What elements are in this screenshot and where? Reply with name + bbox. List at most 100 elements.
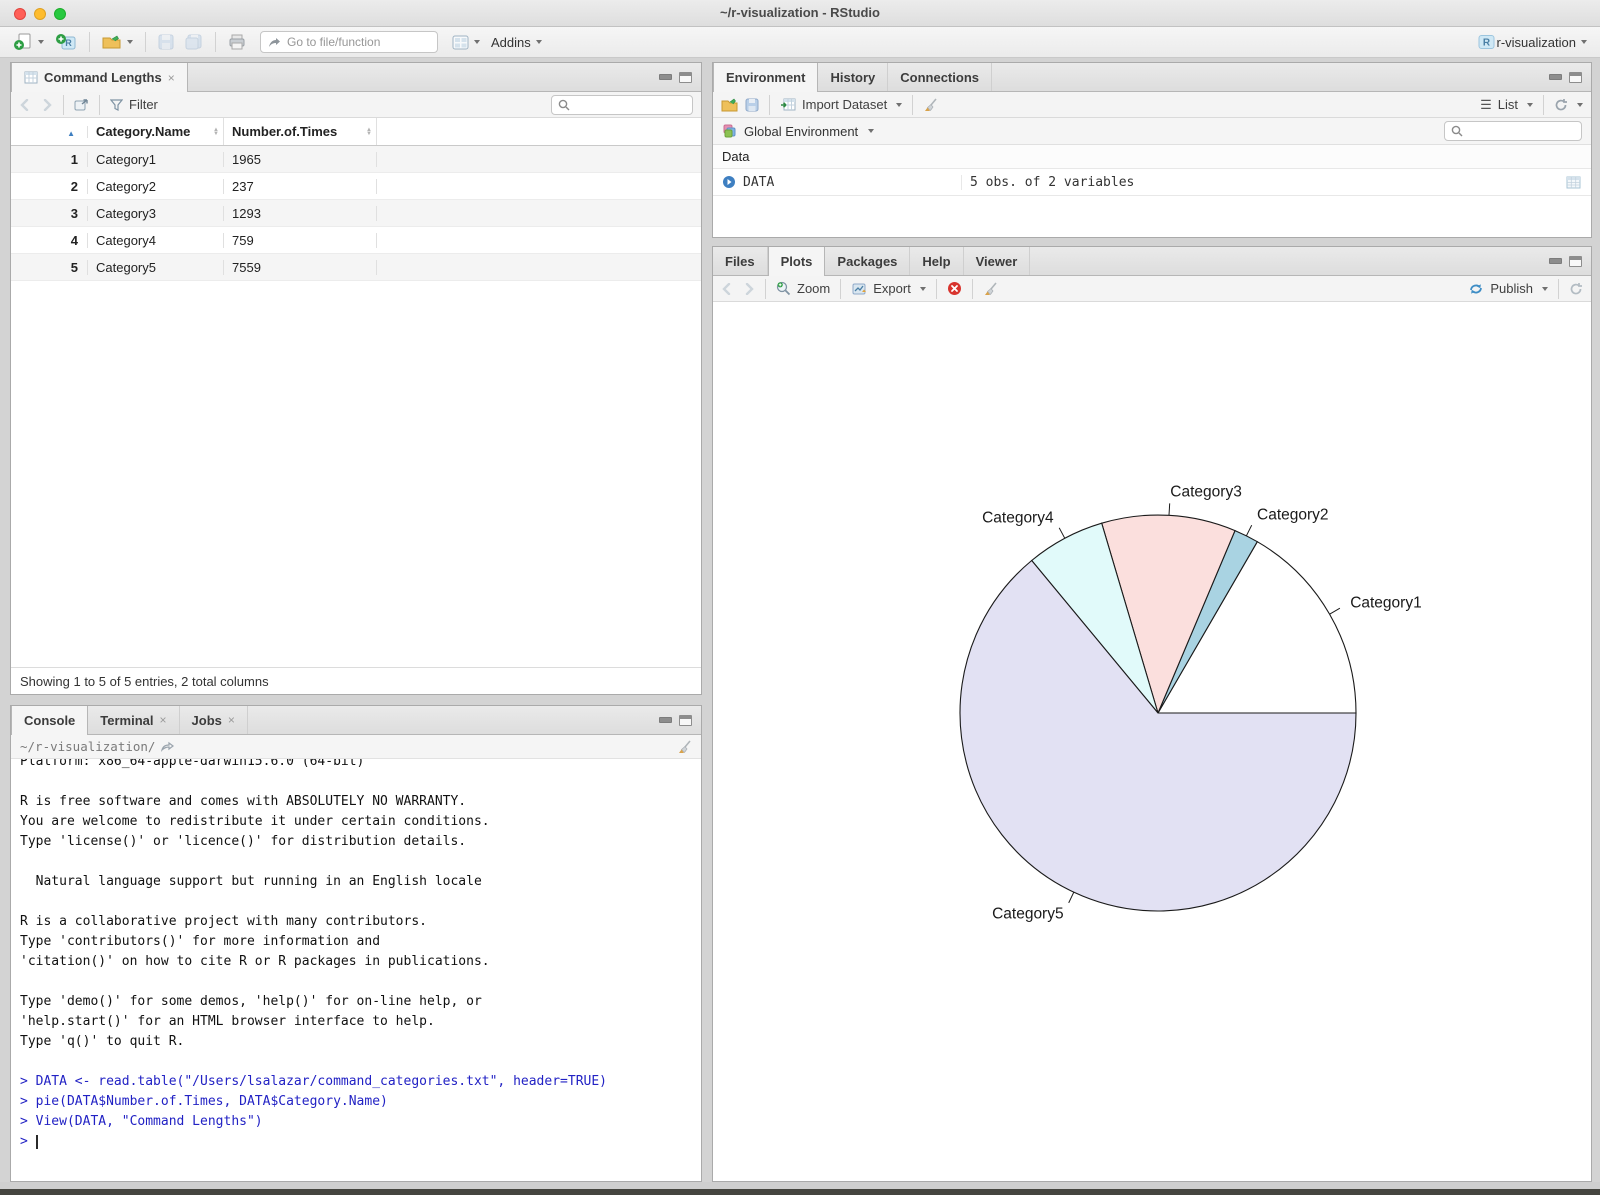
clear-all-plots-icon[interactable] <box>983 281 998 296</box>
pie-label-Category3: Category3 <box>1170 484 1242 501</box>
view-data-icon[interactable] <box>1566 176 1591 189</box>
connections-tab-label: Connections <box>900 69 979 85</box>
import-dataset-icon[interactable] <box>780 98 796 111</box>
console-output-line: R is free software and comes with ABSOLU… <box>20 794 467 809</box>
next-plot-icon[interactable] <box>741 282 755 295</box>
console-tab-label: Console <box>24 713 76 728</box>
pane-window-buttons <box>1549 63 1591 91</box>
open-in-window-icon[interactable] <box>74 98 89 111</box>
refresh-caret-icon <box>1577 102 1583 107</box>
console-command-line: > pie(DATA$Number.of.Times, DATA$Categor… <box>20 1094 388 1109</box>
environment-section-header: Data <box>713 145 1591 169</box>
tab-command-lengths[interactable]: Command Lengths × <box>11 63 188 92</box>
refresh-plot-icon[interactable] <box>1569 282 1583 296</box>
forward-icon[interactable] <box>39 98 53 111</box>
remove-plot-icon[interactable] <box>947 281 962 296</box>
close-tab-icon[interactable]: × <box>160 713 167 727</box>
panes-caret-icon <box>474 40 480 44</box>
list-view-caret-icon <box>1527 102 1533 107</box>
viewer-search-input[interactable] <box>575 97 675 112</box>
list-view-label[interactable]: List <box>1498 97 1518 112</box>
print-button[interactable] <box>225 32 249 52</box>
toolbar-separator <box>145 32 146 52</box>
environment-search-box[interactable] <box>1444 121 1582 141</box>
environment-search-input[interactable] <box>1468 124 1568 138</box>
cell-category: Category2 <box>88 178 224 194</box>
clear-environment-icon[interactable] <box>923 97 938 112</box>
filter-label[interactable]: Filter <box>129 97 158 112</box>
console-output-line: Type 'q()' to quit R. <box>20 1034 185 1049</box>
addins-button[interactable]: Addins <box>488 33 545 52</box>
tab-terminal[interactable]: Terminal × <box>88 706 180 734</box>
column-header-label: Category.Name <box>96 124 191 139</box>
tab-files[interactable]: Files <box>713 247 768 275</box>
load-workspace-icon[interactable] <box>721 98 739 112</box>
addins-caret-icon <box>535 40 542 44</box>
tab-plots[interactable]: Plots <box>767 247 826 276</box>
save-button[interactable] <box>155 32 177 52</box>
new-project-button[interactable]: R <box>52 31 80 53</box>
zoom-plot-label[interactable]: Zoom <box>797 281 830 296</box>
minimize-pane-icon[interactable] <box>659 74 672 80</box>
column-header-times[interactable]: Number.of.Times ▲ ▼ <box>224 118 377 145</box>
sort-ascending-icon: ▲ <box>67 128 75 138</box>
tab-connections[interactable]: Connections <box>888 63 992 91</box>
previous-plot-icon[interactable] <box>721 282 735 295</box>
viewer-status-bar: Showing 1 to 5 of 5 entries, 2 total col… <box>11 667 701 694</box>
rownum-header-cell[interactable]: ▲ <box>11 125 88 138</box>
console-output-line: You are welcome to redistribute it under… <box>20 814 490 829</box>
project-menu-button[interactable]: R r-visualization <box>1475 32 1590 52</box>
expand-object-icon[interactable] <box>722 175 736 189</box>
save-workspace-icon[interactable] <box>745 98 759 112</box>
close-tab-icon[interactable]: × <box>228 713 235 727</box>
import-dataset-caret-icon <box>896 102 903 107</box>
publish-label[interactable]: Publish <box>1490 281 1533 296</box>
maximize-pane-icon[interactable] <box>1569 71 1582 83</box>
minimize-pane-icon[interactable] <box>1549 74 1562 80</box>
viewer-search-box[interactable] <box>551 94 693 115</box>
save-all-button[interactable] <box>182 32 206 52</box>
goto-file-input[interactable] <box>287 35 417 49</box>
close-tab-icon[interactable]: × <box>168 71 175 85</box>
maximize-pane-icon[interactable] <box>679 714 692 726</box>
tab-packages[interactable]: Packages <box>825 247 911 275</box>
export-plot-icon[interactable] <box>851 282 867 296</box>
new-file-caret-icon <box>38 40 44 44</box>
clear-console-icon[interactable] <box>677 739 692 754</box>
scope-selector-label[interactable]: Global Environment <box>744 124 858 139</box>
console-output-line: R is a collaborative project with many c… <box>20 914 427 929</box>
help-tab-label: Help <box>922 253 951 269</box>
tab-environment[interactable]: Environment <box>713 63 819 92</box>
tab-history[interactable]: History <box>818 63 889 91</box>
tab-viewer[interactable]: Viewer <box>964 247 1031 275</box>
open-file-button[interactable] <box>99 32 136 52</box>
minimize-pane-icon[interactable] <box>659 717 672 723</box>
export-plot-label[interactable]: Export <box>873 281 911 296</box>
object-name: DATA <box>743 174 775 190</box>
rownum-cell: 4 <box>11 232 88 248</box>
refresh-icon[interactable] <box>1554 98 1568 112</box>
minimize-pane-icon[interactable] <box>1549 258 1562 264</box>
tab-jobs[interactable]: Jobs × <box>180 706 248 734</box>
search-icon <box>1451 125 1463 137</box>
console-output[interactable]: Platform: x86_64-apple-darwin15.6.0 (64-… <box>11 759 701 1184</box>
column-header-category[interactable]: Category.Name ▲ ▼ <box>88 118 224 145</box>
toolbar-separator <box>765 278 766 299</box>
goto-directory-icon[interactable] <box>161 741 175 752</box>
table-row: 2 Category2 237 <box>11 173 701 200</box>
goto-file-box[interactable] <box>260 31 438 53</box>
maximize-pane-icon[interactable] <box>679 71 692 83</box>
toolbar-separator <box>63 94 64 115</box>
environment-object-row[interactable]: DATA 5 obs. of 2 variables <box>713 169 1591 196</box>
back-icon[interactable] <box>19 98 33 111</box>
workspace-panes-button[interactable] <box>449 33 483 52</box>
tab-console[interactable]: Console <box>11 706 89 735</box>
new-file-button[interactable] <box>10 31 47 53</box>
tab-help[interactable]: Help <box>910 247 964 275</box>
toolbar-separator <box>971 278 973 299</box>
import-dataset-label[interactable]: Import Dataset <box>802 97 887 112</box>
maximize-pane-icon[interactable] <box>1569 255 1582 267</box>
zoom-plot-icon[interactable] <box>776 281 791 296</box>
filter-icon[interactable] <box>110 98 123 111</box>
